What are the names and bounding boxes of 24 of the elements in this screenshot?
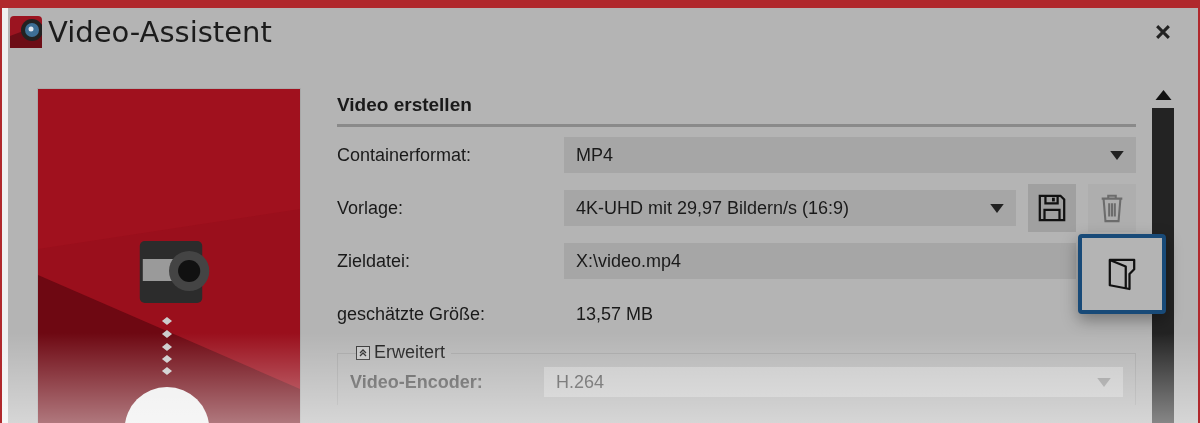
field-label: Video-Encoder: — [350, 371, 484, 393]
field-label: Zieldatei: — [337, 250, 412, 272]
caret-icon — [1097, 377, 1111, 387]
floppy-disk-icon — [1037, 193, 1067, 223]
save-button[interactable] — [1028, 184, 1076, 232]
folder-icon — [1107, 257, 1137, 291]
field-label: geschätzte Größe: — [337, 303, 487, 325]
scroll-up-icon — [1154, 90, 1172, 100]
size-value: 13,57 MB — [575, 303, 654, 325]
folder-button[interactable] — [1078, 234, 1166, 314]
field-label: Vorlage: — [337, 197, 405, 219]
field-label: Containerformat: — [337, 144, 473, 166]
chevron-icon — [358, 347, 368, 358]
dropdown[interactable]: 4K-UHD mit 29,97 Bildern/s (16:9) — [564, 190, 1016, 226]
dropdown[interactable]: MP4 — [564, 137, 1136, 173]
input-field[interactable]: X:\video.mp4 — [564, 243, 1076, 279]
caret-icon — [1110, 150, 1124, 160]
section-heading: Video erstellen — [337, 88, 1136, 127]
group-title: Erweitert — [374, 342, 445, 363]
window-title: Video-Assistent — [48, 15, 272, 49]
caret-icon — [990, 203, 1004, 213]
collapse-toggle[interactable] — [356, 345, 370, 360]
app-logo-icon — [10, 16, 42, 48]
close-icon — [1156, 25, 1170, 39]
